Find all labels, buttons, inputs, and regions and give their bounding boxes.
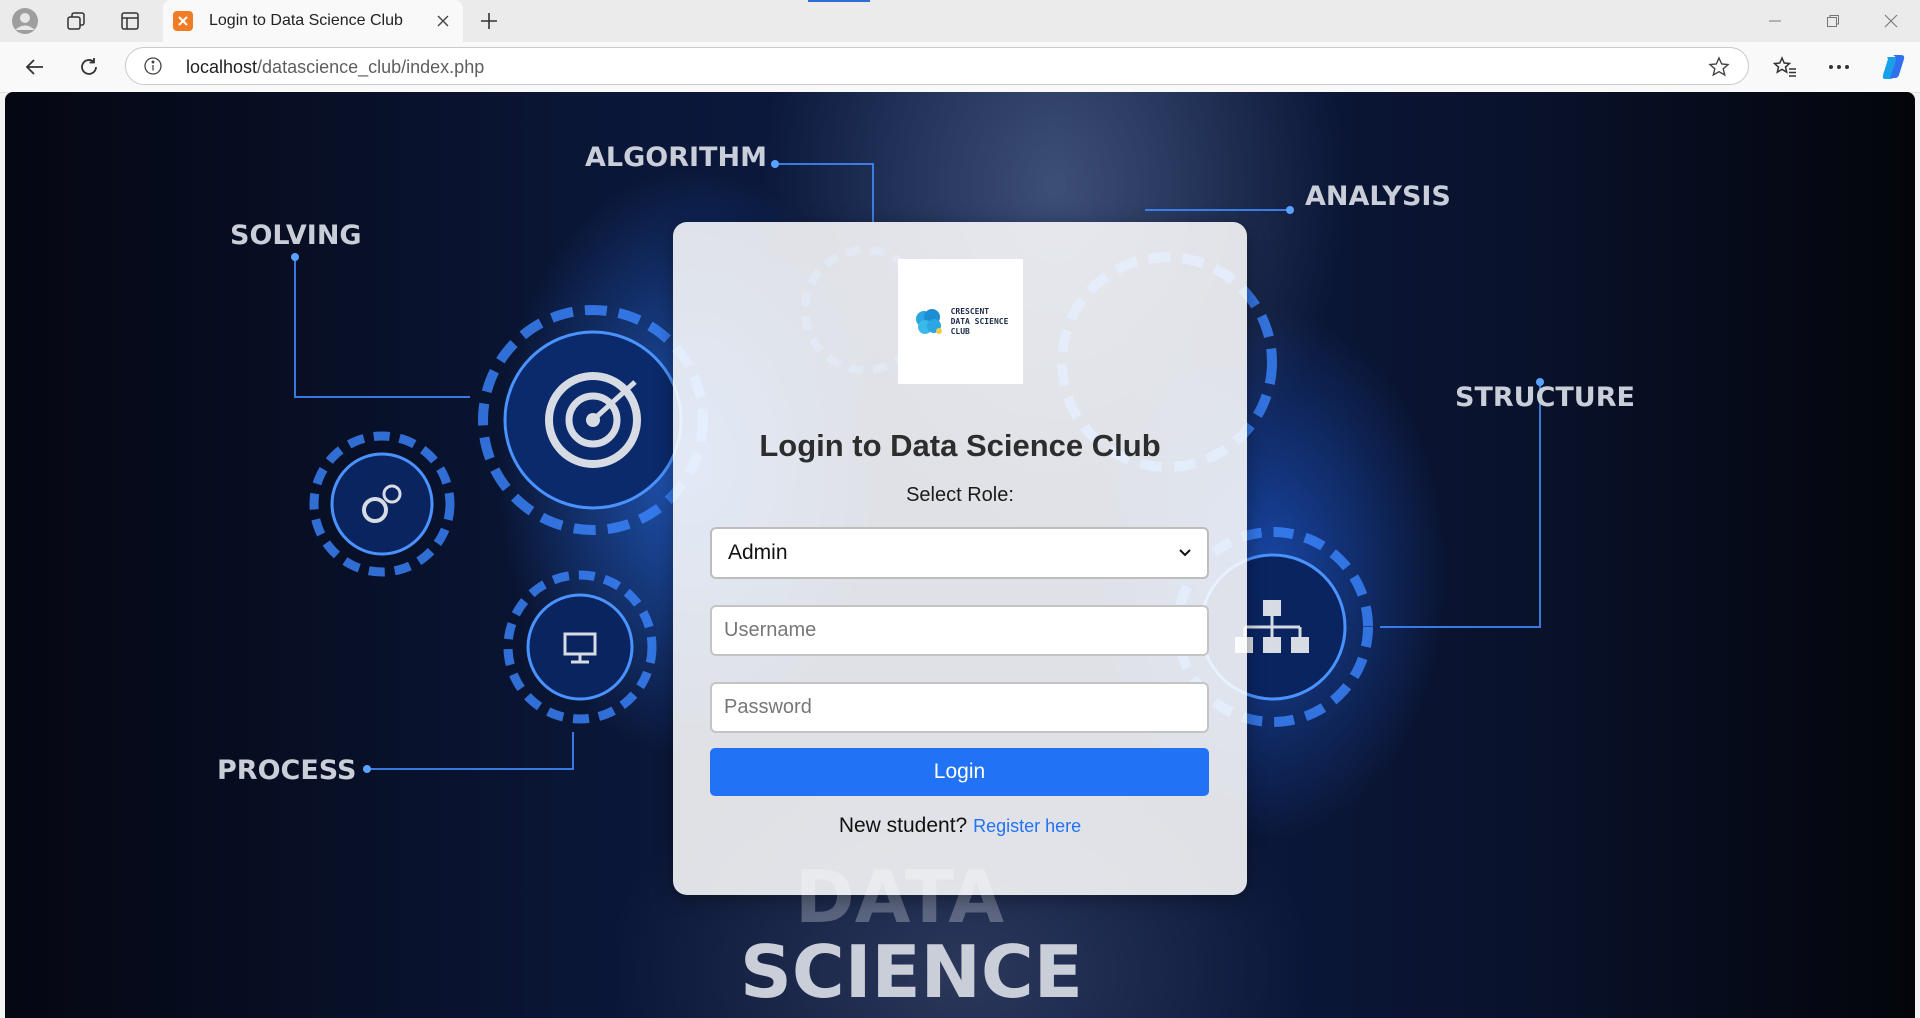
copilot-icon[interactable] [1878, 51, 1910, 83]
restore-icon[interactable] [1818, 8, 1848, 34]
favorites-icon[interactable] [1770, 52, 1800, 82]
url-text: localhost/datascience_club/index.php [186, 57, 484, 78]
back-arrow-icon[interactable] [20, 52, 50, 82]
password-input[interactable]: Password [710, 682, 1209, 733]
favorite-star-icon[interactable] [1706, 54, 1732, 80]
address-bar[interactable]: localhost/datascience_club/index.php [125, 47, 1749, 85]
profile-avatar-icon[interactable] [11, 7, 39, 35]
browser-tab-bar: Login to Data Science Club [0, 0, 1920, 42]
target-gear-icon [478, 305, 708, 535]
username-input[interactable]: Username [710, 605, 1209, 656]
register-link[interactable]: Register here [973, 816, 1081, 836]
tab-title: Login to Data Science Club [209, 12, 403, 29]
logo-line-1: CRESCENT [950, 306, 990, 316]
new-tab-icon[interactable] [476, 8, 502, 34]
club-logo: CRESCENT DATA SCIENCE CLUB [898, 259, 1023, 384]
logo-line-2: DATA SCIENCE [950, 316, 1009, 326]
close-tab-icon[interactable] [433, 11, 453, 31]
browser-tab-active[interactable]: Login to Data Science Club [163, 0, 463, 42]
page-viewport: SOLVING ALGORITHM ANALYSIS STRUCTURE PRO… [5, 92, 1915, 1018]
chevron-down-icon [1179, 549, 1191, 557]
site-info-icon[interactable] [142, 55, 164, 77]
label-structure: STRUCTURE [1455, 382, 1635, 413]
workspaces-icon[interactable] [62, 7, 90, 35]
loading-indicator [808, 0, 870, 2]
close-window-icon[interactable] [1876, 8, 1906, 34]
vertical-tabs-icon[interactable] [116, 7, 144, 35]
url-host: localhost [186, 57, 258, 77]
xampp-favicon-icon [173, 11, 193, 31]
monitor-gear-icon [503, 570, 657, 724]
more-options-icon[interactable] [1824, 52, 1854, 82]
username-placeholder: Username [724, 619, 817, 641]
register-prompt: New student? [838, 814, 968, 837]
browser-toolbar: localhost/datascience_club/index.php [0, 42, 1920, 93]
login-card: CRESCENT DATA SCIENCE CLUB Login to Data S… [673, 222, 1247, 895]
url-path: /datascience_club/index.php [257, 57, 485, 77]
brain-icon [915, 308, 942, 334]
logo-line-3: CLUB [950, 326, 970, 336]
label-algorithm: ALGORITHM [585, 142, 767, 173]
register-row: New student? Register here [673, 814, 1247, 838]
label-solving: SOLVING [230, 220, 362, 251]
cogs-gear-icon [309, 431, 455, 577]
refresh-icon[interactable] [74, 52, 104, 82]
login-button[interactable]: Login [710, 748, 1209, 796]
role-select[interactable]: Admin [710, 527, 1209, 579]
label-science: SCIENCE [740, 930, 1083, 1014]
password-placeholder: Password [724, 696, 812, 718]
label-analysis: ANALYSIS [1305, 181, 1451, 212]
minimize-icon[interactable] [1760, 8, 1790, 34]
login-title: Login to Data Science Club [759, 428, 1161, 463]
logo-text: CRESCENT DATA SCIENCE CLUB [951, 307, 1009, 337]
role-select-value: Admin [728, 541, 788, 564]
role-label: Select Role: [906, 484, 1014, 506]
label-process: PROCESS [217, 755, 356, 786]
